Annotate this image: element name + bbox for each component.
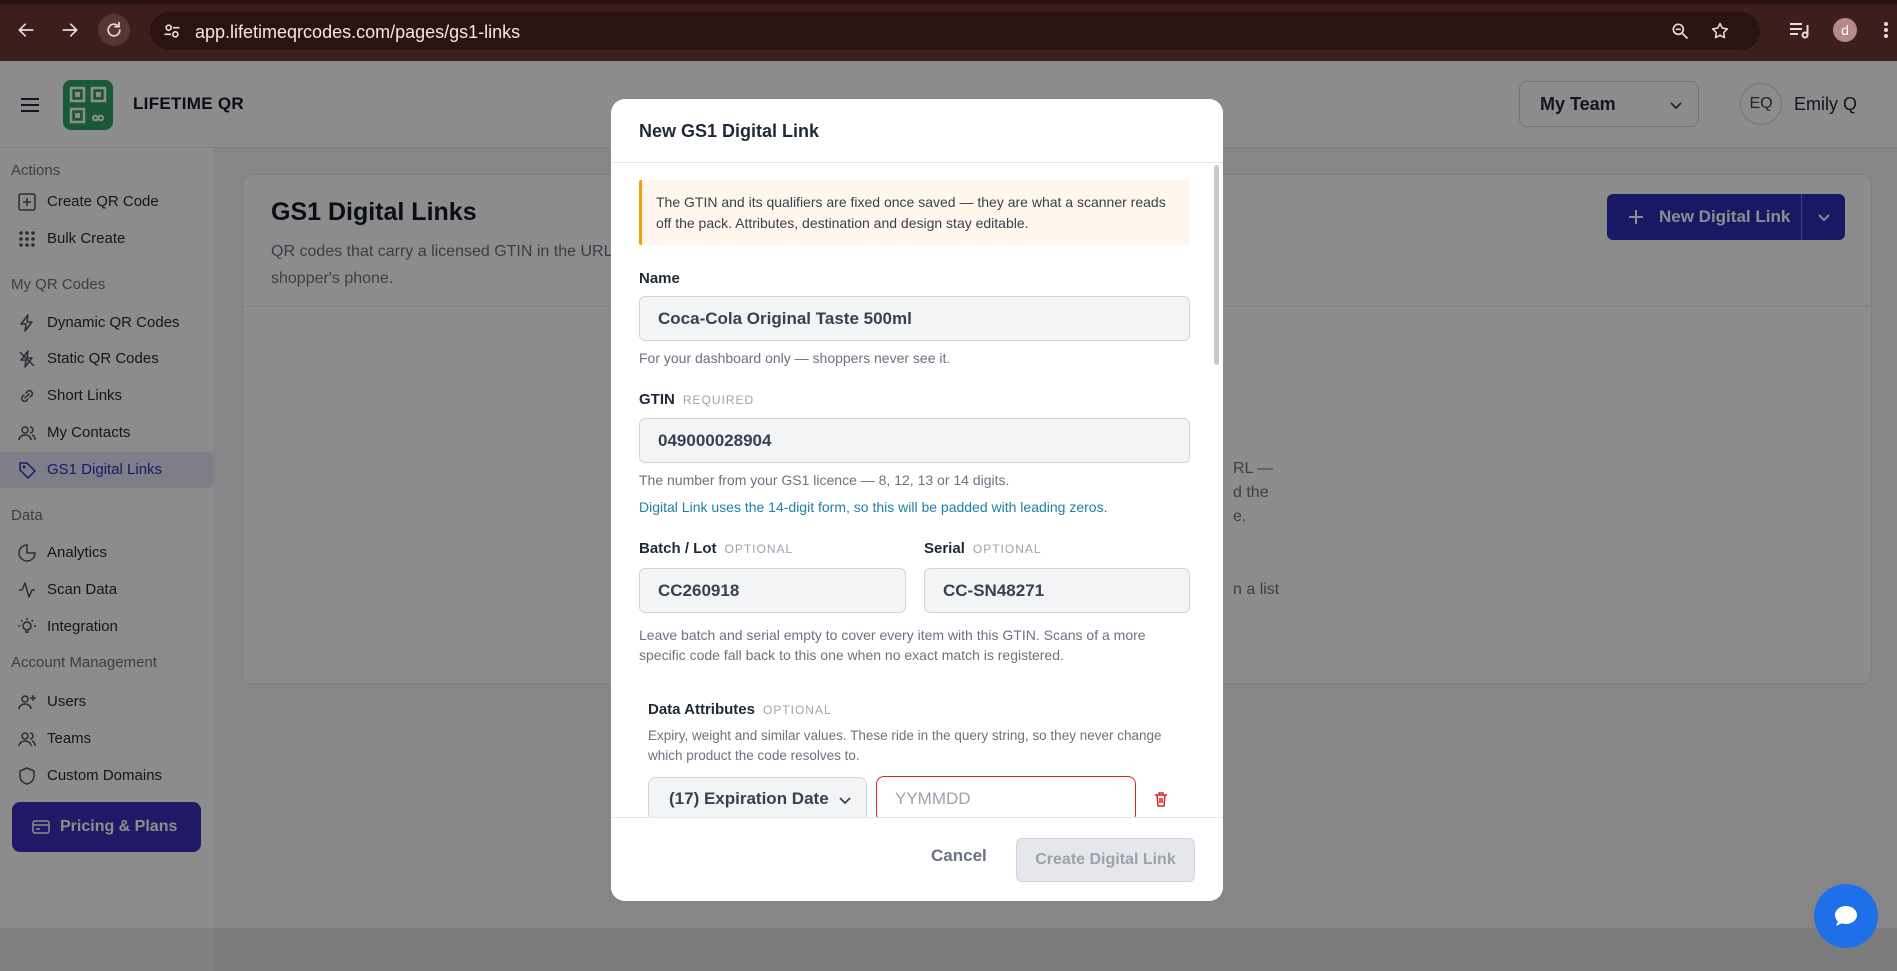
- name-label: Name: [639, 270, 680, 287]
- attribute-type-select[interactable]: (17) Expiration Date: [648, 777, 867, 817]
- notice-text: The GTIN and its qualifiers are fixed on…: [656, 194, 1166, 231]
- data-attributes-label-text: Data Attributes: [648, 701, 755, 718]
- attribute-value-input[interactable]: YYMMDD: [876, 776, 1136, 817]
- reload-icon: [107, 21, 121, 37]
- modal-title: New GS1 Digital Link: [639, 121, 820, 141]
- serial-input[interactable]: CC-SN48271: [924, 568, 1190, 613]
- forward-button[interactable]: [54, 14, 86, 46]
- bookmark-star-icon[interactable]: [1710, 21, 1730, 41]
- url-text[interactable]: app.lifetimeqrcodes.com/pages/gs1-links: [195, 22, 520, 43]
- chevron-down-icon: [839, 797, 851, 805]
- modal-footer: Cancel Create Digital Link: [611, 817, 1223, 901]
- immutable-fields-notice: The GTIN and its qualifiers are fixed on…: [639, 180, 1190, 245]
- zoom-icon[interactable]: [1670, 21, 1690, 41]
- qualifiers-help: Leave batch and serial empty to cover ev…: [639, 627, 1146, 663]
- serial-label: Serial OPTIONAL: [924, 540, 1042, 557]
- address-bar[interactable]: app.lifetimeqrcodes.com/pages/gs1-links: [150, 12, 1760, 50]
- site-info-icon[interactable]: [162, 21, 182, 41]
- batch-input-value: CC260918: [658, 581, 740, 600]
- trash-icon[interactable]: [1152, 790, 1170, 808]
- create-digital-link-button[interactable]: Create Digital Link: [1016, 838, 1195, 882]
- chat-widget-button[interactable]: [1814, 884, 1878, 948]
- gtin-padding-note: Digital Link uses the 14-digit form, so …: [639, 499, 1108, 515]
- batch-label-text: Batch / Lot: [639, 540, 717, 557]
- modal-scrollbar[interactable]: [1214, 165, 1219, 365]
- media-queue-icon[interactable]: [1787, 18, 1811, 42]
- batch-input[interactable]: CC260918: [639, 568, 906, 613]
- browser-chrome: app.lifetimeqrcodes.com/pages/gs1-links …: [0, 0, 1897, 61]
- gtin-label: GTIN REQUIRED: [639, 391, 754, 408]
- backdrop-bottom-strip: [0, 928, 1897, 971]
- back-arrow-icon: [18, 23, 34, 37]
- new-gs1-link-modal: New GS1 Digital Link The GTIN and its qu…: [611, 99, 1223, 901]
- gtin-required-tag: REQUIRED: [682, 393, 755, 407]
- gtin-label-text: GTIN: [639, 391, 675, 408]
- serial-label-text: Serial: [924, 540, 965, 557]
- data-attributes-label: Data Attributes OPTIONAL: [648, 701, 832, 718]
- modal-header: New GS1 Digital Link: [611, 99, 1223, 163]
- batch-optional-tag: OPTIONAL: [724, 542, 794, 556]
- gtin-help: The number from your GS1 licence — 8, 12…: [639, 472, 1010, 488]
- forward-arrow-icon: [62, 23, 78, 37]
- modal-body[interactable]: The GTIN and its qualifiers are fixed on…: [611, 163, 1223, 817]
- name-input-value: Coca-Cola Original Taste 500ml: [658, 309, 912, 328]
- create-digital-link-label: Create Digital Link: [1035, 851, 1176, 868]
- batch-label: Batch / Lot OPTIONAL: [639, 540, 793, 557]
- gtin-input[interactable]: 049000028904: [639, 418, 1190, 463]
- gtin-input-value: 049000028904: [658, 431, 772, 450]
- cancel-button[interactable]: Cancel: [931, 846, 987, 866]
- name-label-text: Name: [639, 270, 680, 287]
- reload-button[interactable]: [98, 14, 130, 46]
- name-help: For your dashboard only — shoppers never…: [639, 350, 951, 366]
- back-button[interactable]: [10, 14, 42, 46]
- attribute-value-placeholder: YYMMDD: [895, 789, 971, 808]
- more-menu-icon[interactable]: [1880, 18, 1892, 42]
- name-input[interactable]: Coca-Cola Original Taste 500ml: [639, 296, 1190, 341]
- serial-optional-tag: OPTIONAL: [972, 542, 1042, 556]
- chat-icon: [1835, 906, 1857, 926]
- serial-input-value: CC-SN48271: [943, 581, 1045, 600]
- profile-avatar[interactable]: d: [1833, 18, 1857, 42]
- data-attributes-optional-tag: OPTIONAL: [762, 703, 832, 717]
- attribute-type-value: (17) Expiration Date: [669, 789, 829, 808]
- data-attributes-help: Expiry, weight and similar values. These…: [648, 728, 1162, 763]
- tab-strip: [0, 0, 1897, 4]
